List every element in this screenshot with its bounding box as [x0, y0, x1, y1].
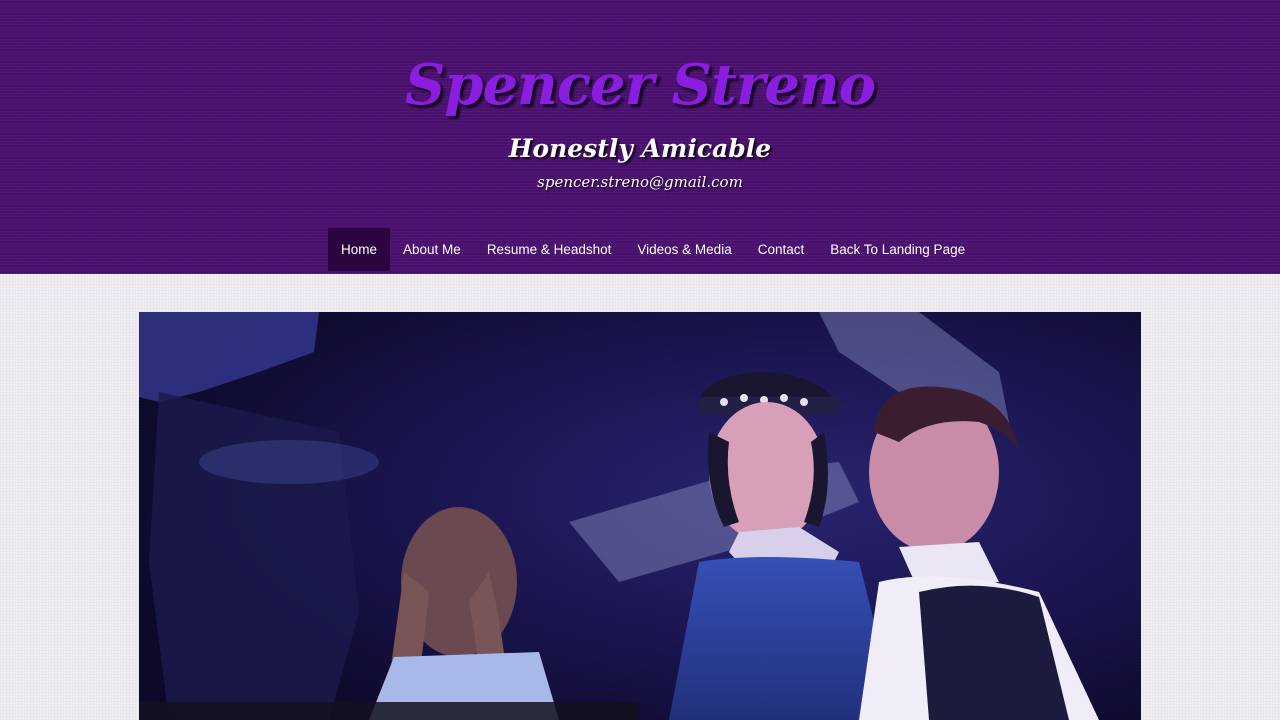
- hero-caption-bar: [139, 702, 639, 720]
- nav-item-home[interactable]: Home: [328, 228, 391, 271]
- site-header: Spencer Streno Honestly Amicable spencer…: [0, 0, 1280, 274]
- nav-item-resume-headshot[interactable]: Resume & Headshot: [474, 228, 625, 271]
- stage-photo-illustration: [139, 312, 1141, 720]
- nav-item-back-to-landing[interactable]: Back To Landing Page: [817, 228, 978, 271]
- site-email: spencer.streno@gmail.com: [537, 173, 743, 191]
- nav-item-videos-media[interactable]: Videos & Media: [624, 228, 744, 271]
- hero-image: [139, 312, 1141, 720]
- main-nav: Home About Me Resume & Headshot Videos &…: [328, 228, 978, 271]
- site-tagline: Honestly Amicable: [508, 134, 772, 163]
- nav-item-about-me[interactable]: About Me: [390, 228, 474, 271]
- site-title[interactable]: Spencer Streno: [0, 52, 1280, 118]
- nav-item-contact[interactable]: Contact: [745, 228, 818, 271]
